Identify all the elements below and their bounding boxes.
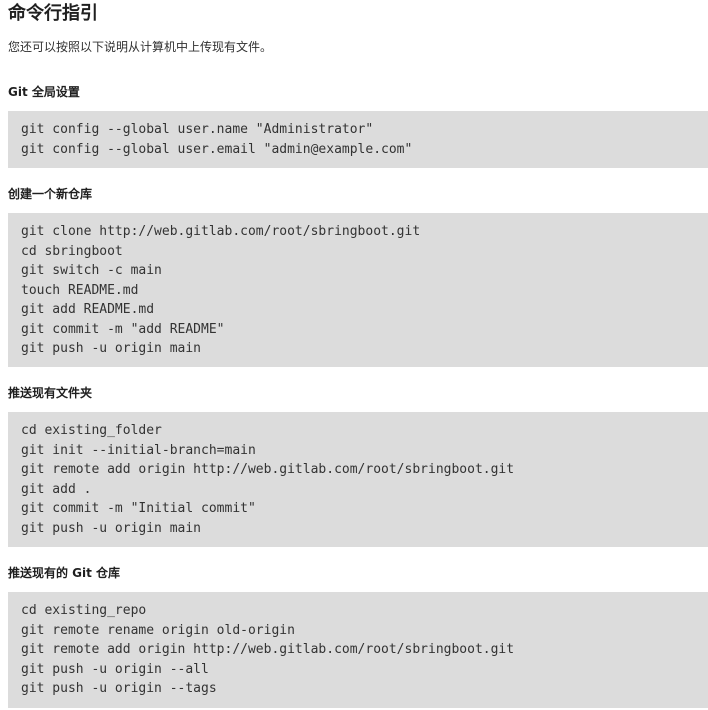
- code-line: cd existing_folder: [21, 423, 162, 438]
- code-line: git push -u origin --all: [21, 661, 209, 677]
- intro-text: 您还可以按照以下说明从计算机中上传现有文件。: [8, 40, 273, 54]
- code-line: touch README.md: [21, 282, 139, 298]
- section-heading-git-global-setup: Git 全局设置: [8, 85, 80, 99]
- code-block-push-existing-repo[interactable]: cd existing_repo git remote rename origi…: [8, 592, 708, 708]
- code-line: cd existing_repo: [21, 603, 147, 618]
- code-line: git push -u origin --tags: [21, 681, 217, 696]
- code-line: git add .: [21, 481, 92, 497]
- code-block-push-existing-folder[interactable]: cd existing_folder git init --initial-br…: [8, 412, 708, 547]
- page-title: 命令行指引: [8, 3, 98, 24]
- code-line: git add README.md: [21, 302, 155, 317]
- section-heading-push-existing-repo: 推送现有的 Git 仓库: [8, 566, 121, 580]
- code-block-git-global-setup[interactable]: git config --global user.name "Administr…: [8, 111, 708, 168]
- section-heading-create-new-repo: 创建一个新仓库: [8, 187, 93, 201]
- code-line: git push -u origin main: [21, 341, 202, 356]
- code-line: git commit -m "add README": [21, 321, 225, 337]
- code-line: cd sbringboot: [21, 243, 123, 259]
- code-line: git remote add origin http://web.gitlab.…: [21, 462, 515, 477]
- code-block-create-new-repo[interactable]: git clone http://web.gitlab.com/root/sbr…: [8, 213, 708, 367]
- code-line: git push -u origin main: [21, 520, 202, 536]
- code-line: git switch -c main: [21, 263, 162, 278]
- code-line: git config --global user.name "Administr…: [21, 122, 374, 137]
- code-line: git init --initial-branch=main: [21, 442, 256, 458]
- code-line: git config --global user.email "admin@ex…: [21, 141, 413, 157]
- code-line: git clone http://web.gitlab.com/root/sbr…: [21, 224, 421, 239]
- code-line: git remote rename origin old-origin: [21, 622, 295, 638]
- code-line: git remote add origin http://web.gitlab.…: [21, 642, 515, 657]
- code-line: git commit -m "Initial commit": [21, 501, 256, 516]
- section-heading-push-existing-folder: 推送现有文件夹: [8, 386, 93, 400]
